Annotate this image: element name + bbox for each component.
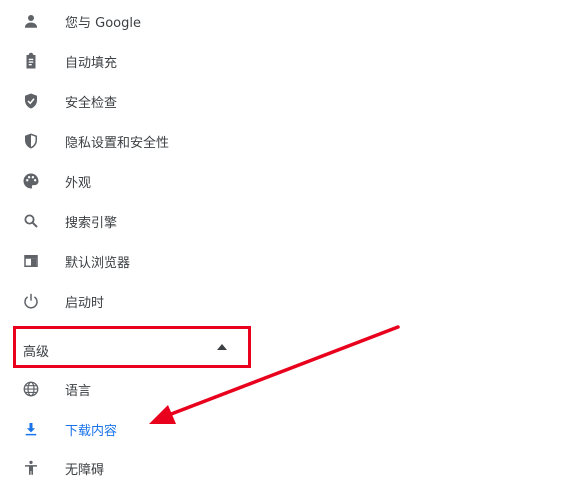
- person-icon: [22, 12, 40, 30]
- menu-item-label: 搜索引擎: [65, 215, 118, 231]
- menu-item-languages[interactable]: 语言: [0, 369, 300, 409]
- menu-item-on-startup[interactable]: 启动时: [0, 281, 300, 321]
- advanced-label: 高级: [23, 345, 50, 360]
- menu-item-label: 自动填充: [65, 55, 118, 71]
- globe-icon: [22, 380, 40, 398]
- accessibility-icon: [22, 459, 40, 477]
- power-icon: [22, 292, 40, 310]
- menu-item-label: 安全检查: [65, 95, 118, 111]
- menu-item-accessibility[interactable]: 无障碍: [0, 448, 300, 488]
- menu-item-appearance[interactable]: 外观: [0, 161, 300, 201]
- menu-item-you-and-google[interactable]: 您与 Google: [0, 1, 300, 41]
- menu-item-autofill[interactable]: 自动填充: [0, 41, 300, 81]
- shield-check-icon: [22, 92, 40, 110]
- shield-half-icon: [22, 132, 40, 150]
- chevron-up-icon: [217, 344, 227, 350]
- browser-window-icon: [22, 252, 40, 270]
- clipboard-icon: [22, 52, 40, 70]
- search-icon: [22, 212, 40, 230]
- menu-item-label: 隐私设置和安全性: [65, 135, 170, 151]
- menu-item-label: 启动时: [65, 295, 105, 311]
- download-icon: [22, 420, 40, 438]
- menu-item-downloads[interactable]: 下载内容: [0, 409, 300, 449]
- menu-item-label: 您与 Google: [65, 15, 141, 31]
- menu-item-privacy-security[interactable]: 隐私设置和安全性: [0, 121, 300, 161]
- advanced-toggle[interactable]: 高级: [13, 326, 251, 368]
- menu-item-search-engine[interactable]: 搜索引擎: [0, 201, 300, 241]
- menu-item-default-browser[interactable]: 默认浏览器: [0, 241, 300, 281]
- menu-item-label: 下载内容: [65, 423, 118, 439]
- menu-item-label: 外观: [65, 175, 92, 191]
- menu-item-label: 默认浏览器: [65, 255, 131, 271]
- palette-icon: [22, 172, 40, 190]
- menu-item-safety-check[interactable]: 安全检查: [0, 81, 300, 121]
- menu-item-label: 语言: [65, 383, 92, 399]
